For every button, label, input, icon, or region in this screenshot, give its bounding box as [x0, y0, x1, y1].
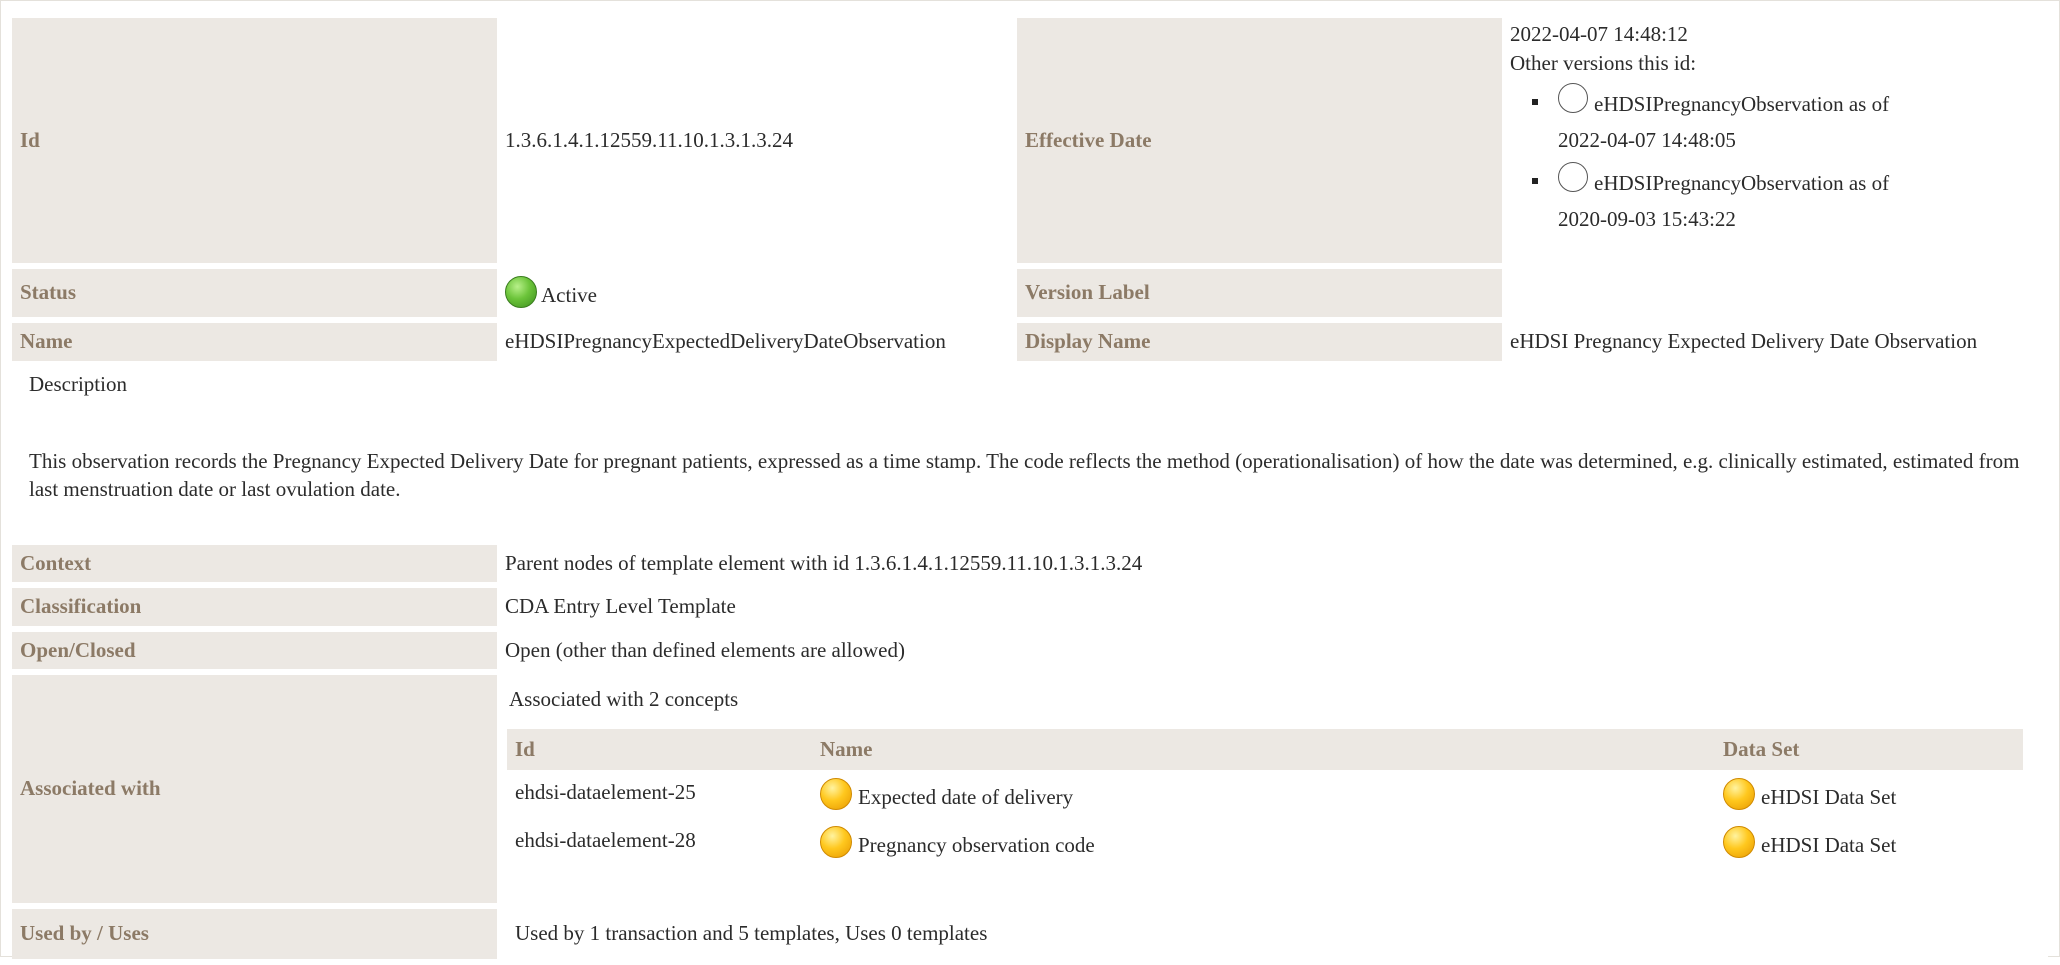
version-name: eHDSIPregnancyObservation as of — [1594, 91, 1890, 116]
version-name: eHDSIPregnancyObservation as of — [1594, 170, 1890, 195]
version-date: 2022-04-07 14:48:05 — [1558, 127, 1736, 152]
version-item[interactable]: eHDSIPregnancyObservation as of 2022-04-… — [1532, 82, 2040, 158]
description-section: Description This observation records the… — [29, 372, 2029, 504]
concept-dataset[interactable]: eHDSI Data Set — [1761, 833, 1896, 857]
id-label: Id — [12, 18, 497, 263]
description-text: This observation records the Pregnancy E… — [29, 449, 2020, 502]
concept-name-cell[interactable]: Expected date of delivery — [812, 770, 1715, 818]
concept-dataset-cell[interactable]: eHDSI Data Set — [1715, 818, 2023, 866]
version-item[interactable]: eHDSIPregnancyObservation as of 2020-09-… — [1532, 161, 2040, 237]
concept-icon — [820, 826, 852, 859]
description-title: Description — [29, 372, 127, 396]
concepts-header-dataset: Data Set — [1715, 728, 2023, 770]
open-closed-value: Open (other than defined elements are al… — [497, 631, 2048, 670]
concept-dataset-cell[interactable]: eHDSI Data Set — [1715, 770, 2023, 818]
open-closed-label: Open/Closed — [12, 631, 497, 670]
context-label: Context — [12, 545, 497, 583]
display-name-value: eHDSI Pregnancy Expected Delivery Date O… — [1502, 323, 2048, 361]
concept-icon — [820, 777, 852, 810]
effective-date-cell: 2022-04-07 14:48:12 Other versions this … — [1502, 18, 2048, 263]
version-radio-icon[interactable] — [1558, 161, 1588, 192]
concept-name[interactable]: Pregnancy observation code — [858, 833, 1095, 857]
concepts-header-name: Name — [812, 728, 1715, 770]
concept-id: ehdsi-dataelement-25 — [515, 779, 696, 804]
used-by-value: Used by 1 transaction and 5 templates, U… — [497, 909, 2048, 960]
concept-name-cell[interactable]: Pregnancy observation code — [812, 818, 1715, 866]
name-value: eHDSIPregnancyExpectedDeliveryDateObserv… — [497, 323, 1017, 361]
name-label: Name — [12, 323, 497, 361]
display-name-label: Display Name — [1017, 323, 1502, 361]
other-versions-list: eHDSIPregnancyObservation as of 2022-04-… — [1510, 82, 2040, 237]
version-label-value — [1502, 269, 2048, 317]
id-value: 1.3.6.1.4.1.12559.11.10.1.3.1.3.24 — [497, 18, 1017, 263]
associated-caption: Associated with 2 concepts — [509, 687, 739, 712]
concepts-table: Id Name Data Set ehdsi-dataelement-25 Ex… — [507, 728, 2023, 867]
associated-cell: Associated with 2 concepts Id Name Data … — [497, 675, 2048, 904]
effective-date-label: Effective Date — [1017, 18, 1502, 263]
context-value: Parent nodes of template element with id… — [497, 545, 2048, 583]
concepts-header-id: Id — [507, 728, 812, 770]
concept-row: ehdsi-dataelement-28 Pregnancy observati… — [507, 818, 2023, 866]
concept-name[interactable]: Expected date of delivery — [858, 785, 1073, 809]
status-label: Status — [12, 269, 497, 317]
version-label-label: Version Label — [1017, 269, 1502, 317]
status-active-icon — [505, 275, 537, 308]
status-cell: Active — [497, 269, 1017, 317]
dataset-icon — [1723, 777, 1755, 810]
version-radio-icon[interactable] — [1558, 82, 1588, 113]
associated-label: Associated with — [12, 675, 497, 904]
version-date: 2020-09-03 15:43:22 — [1558, 206, 1736, 231]
classification-value: CDA Entry Level Template — [497, 588, 2048, 626]
concept-dataset[interactable]: eHDSI Data Set — [1761, 785, 1896, 809]
template-metadata-table: Id 1.3.6.1.4.1.12559.11.10.1.3.1.3.24 Ef… — [12, 12, 2048, 367]
classification-label: Classification — [12, 588, 497, 626]
template-details-table: Context Parent nodes of template element… — [12, 539, 2048, 965]
concept-id: ehdsi-dataelement-28 — [515, 828, 696, 853]
effective-date-value: 2022-04-07 14:48:12 — [1510, 22, 1688, 46]
other-versions-label: Other versions this id: — [1510, 51, 1697, 76]
concept-row: ehdsi-dataelement-25 Expected date of de… — [507, 770, 2023, 818]
dataset-icon — [1723, 826, 1755, 859]
status-value: Active — [541, 282, 597, 307]
used-by-label: Used by / Uses — [12, 909, 497, 960]
